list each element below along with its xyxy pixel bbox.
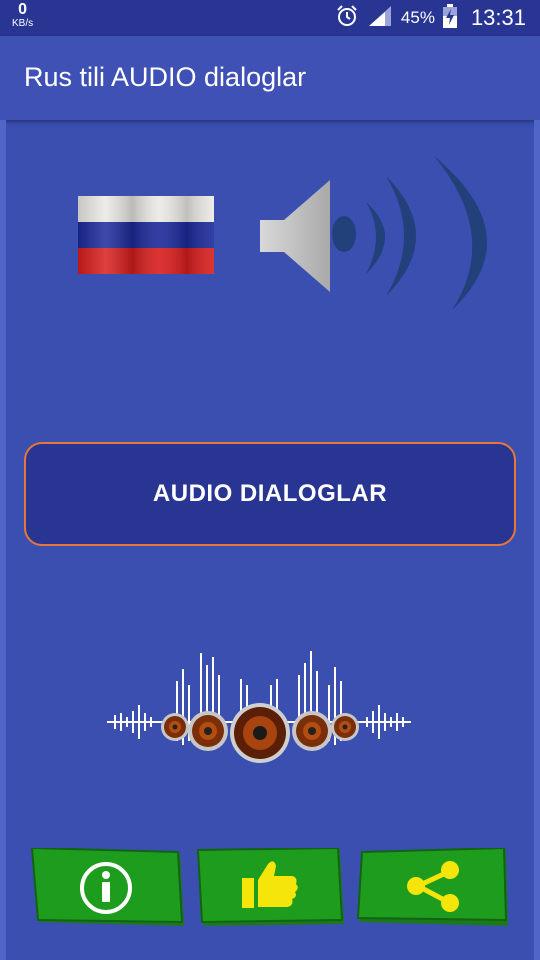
like-button[interactable]: [194, 846, 346, 928]
left-edge: [0, 120, 6, 960]
share-button[interactable]: [356, 846, 512, 928]
clock: 13:31: [470, 5, 526, 30]
network-speed-value: 0: [18, 1, 28, 18]
status-bar: 0 KB/s 45% 13:31: [0, 0, 540, 36]
speaker-sound-icon: [254, 150, 514, 320]
info-button[interactable]: [28, 846, 186, 928]
app-title: Rus tili AUDIO dialoglar: [24, 62, 307, 92]
russian-flag-image: [78, 196, 214, 274]
equalizer-speakers-image: [105, 645, 415, 770]
right-edge: [534, 120, 540, 960]
battery-percent: 45%: [400, 8, 435, 27]
network-speed-unit: KB/s: [12, 18, 34, 29]
app-bar: Rus tili AUDIO dialoglar: [0, 36, 540, 120]
network-speed: 0 KB/s: [12, 2, 33, 29]
alarm-icon: [335, 4, 359, 33]
signal-icon: [367, 4, 393, 33]
audio-dialogs-button[interactable]: AUDIO DIALOGLAR: [24, 442, 516, 546]
battery-charging-icon: [442, 3, 457, 33]
